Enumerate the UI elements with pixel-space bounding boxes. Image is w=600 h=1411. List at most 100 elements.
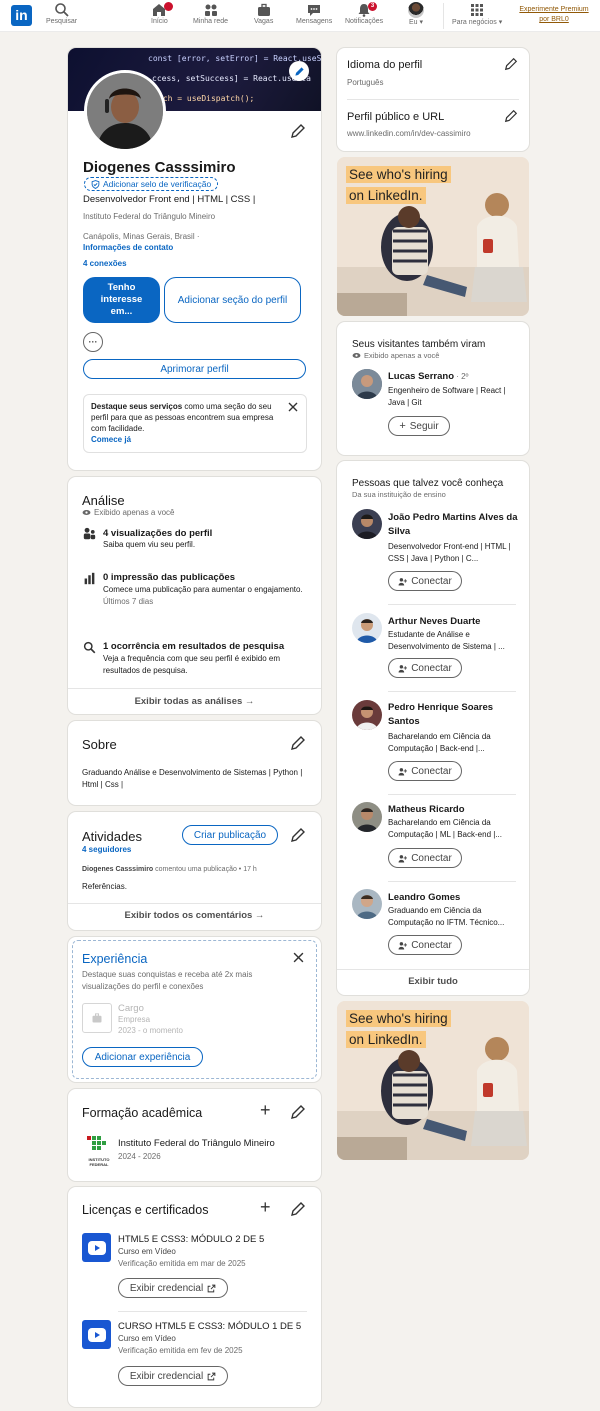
search-appearances-desc: Veja a frequência com que seu perfil é e… xyxy=(103,654,280,675)
connect-button[interactable]: Conectar xyxy=(388,761,462,781)
connect-button[interactable]: Conectar xyxy=(388,571,462,591)
analytics-item-impressions[interactable]: 0 impressão das publicações Comece uma p… xyxy=(103,572,303,608)
activity-comment[interactable]: Referências. xyxy=(82,882,127,891)
nav-jobs-label: Vagas xyxy=(254,18,274,25)
nav-search[interactable]: Pesquisar xyxy=(46,2,77,25)
add-person-icon xyxy=(398,854,408,862)
connect-button[interactable]: Conectar xyxy=(388,658,462,678)
open-to-button[interactable]: Tenho interesse em... xyxy=(83,277,160,323)
profile-photo-image xyxy=(87,73,163,149)
nav-messaging[interactable]: Mensagens xyxy=(296,2,332,25)
visitor-degree: · 2º xyxy=(454,372,469,381)
top-nav: in Pesquisar Início Minha rede Vagas Men… xyxy=(0,0,600,32)
analytics-item-views[interactable]: 4 visualizações do perfil Saiba quem viu… xyxy=(103,528,303,550)
nav-network[interactable]: Minha rede xyxy=(193,2,228,25)
analytics-item-search[interactable]: 1 ocorrência em resultados de pesquisa V… xyxy=(103,641,308,677)
visitors-card: Seus visitantes também viram Exibido ape… xyxy=(337,322,529,455)
create-post-button[interactable]: Criar publicação xyxy=(182,825,278,845)
edit-banner-button[interactable] xyxy=(289,61,309,81)
search-icon xyxy=(54,3,69,17)
edit-licenses-pencil-icon[interactable] xyxy=(290,1201,306,1217)
add-license-plus-icon[interactable]: + xyxy=(260,1198,271,1216)
nav-notifications[interactable]: Notificações xyxy=(345,2,383,25)
avatar-photo xyxy=(352,889,382,919)
services-start-link[interactable]: Comece já xyxy=(91,434,284,445)
activity-meta: Diogenes Casssimiro comentou uma publica… xyxy=(82,866,257,873)
edit-language-pencil-icon[interactable] xyxy=(504,57,518,71)
person-name[interactable]: João Pedro Martins Alves da Silva xyxy=(388,511,518,539)
enhance-profile-button[interactable]: Aprimorar perfil xyxy=(83,359,306,379)
nav-home-label: Início xyxy=(151,18,168,25)
edit-about-pencil-icon[interactable] xyxy=(290,735,306,751)
more-icon: ··· xyxy=(88,337,98,347)
more-actions-button[interactable]: ··· xyxy=(83,332,103,352)
profile-name: Diogenes Casssimiro xyxy=(83,159,236,176)
add-profile-section-button[interactable]: Adicionar seção do perfil xyxy=(164,277,301,323)
pymk-title: Pessoas que talvez você conheça xyxy=(352,478,504,489)
verification-badge-button[interactable]: Adicionar selo de verificação xyxy=(84,177,219,191)
language-value: Português xyxy=(347,78,384,87)
show-credential-label-1: Exibir credencial xyxy=(129,1282,204,1294)
person-avatar[interactable] xyxy=(352,700,382,730)
license-date-2: Verificação emitida em fev de 2025 xyxy=(118,1346,243,1355)
connect-button[interactable]: Conectar xyxy=(388,935,462,955)
person-avatar[interactable] xyxy=(352,613,382,643)
edit-public-url-pencil-icon[interactable] xyxy=(504,109,518,123)
nav-me[interactable]: Eu ▾ xyxy=(408,2,424,26)
nav-jobs[interactable]: Vagas xyxy=(254,2,273,25)
profile-headline: Desenvolvedor Front end | HTML | CSS | xyxy=(83,194,256,205)
close-icon[interactable] xyxy=(288,402,298,412)
visitors-title: Seus visitantes também viram xyxy=(352,339,486,350)
hiring-ad-2[interactable]: See who's hiring on LinkedIn. xyxy=(337,1001,529,1160)
visitor-name-line[interactable]: Lucas Serrano · 2º xyxy=(388,371,468,382)
connections-link[interactable]: 4 conexões xyxy=(83,259,127,268)
show-all-comments-link[interactable]: Exibir todos os comentários → xyxy=(68,910,321,921)
linkedin-logo-icon[interactable]: in xyxy=(11,5,32,26)
connect-button[interactable]: Conectar xyxy=(388,848,462,868)
ad-headline-line2: on LinkedIn. xyxy=(346,1031,426,1048)
edit-intro-pencil-icon[interactable] xyxy=(290,123,306,139)
pymk-divider xyxy=(388,794,516,795)
edit-activity-pencil-icon[interactable] xyxy=(290,827,306,843)
visitor-avatar[interactable] xyxy=(352,369,382,399)
person-name[interactable]: Arthur Neves Duarte xyxy=(388,615,518,629)
impressions-title: 0 impressão das publicações xyxy=(103,572,236,583)
follow-button[interactable]: + Seguir xyxy=(388,416,450,436)
about-title: Sobre xyxy=(82,737,117,752)
profile-photo[interactable] xyxy=(84,70,166,152)
services-promo: Destaque seus serviços como uma seção do… xyxy=(83,394,307,453)
about-text: Graduando Análise e Desenvolvimento de S… xyxy=(82,768,303,789)
person-avatar[interactable] xyxy=(352,509,382,539)
profile-card: const [error, setError] = React.useState… xyxy=(68,48,321,470)
close-icon[interactable] xyxy=(293,952,304,963)
plus-icon: + xyxy=(399,420,406,432)
show-credential-button-2[interactable]: Exibir credencial xyxy=(118,1366,228,1386)
add-education-plus-icon[interactable]: + xyxy=(260,1101,271,1119)
license-issuer-1: Curso em Vídeo xyxy=(118,1247,176,1256)
briefcase-icon xyxy=(257,3,270,16)
contact-info-link[interactable]: Informações de contato xyxy=(83,243,173,252)
person-name[interactable]: Leandro Gomes xyxy=(388,891,518,905)
nav-network-label: Minha rede xyxy=(193,18,229,25)
school-name[interactable]: Instituto Federal do Triângulo Mineiro xyxy=(118,1138,275,1149)
show-all-analytics-link[interactable]: Exibir todas as análises → xyxy=(68,696,321,707)
show-credential-button-1[interactable]: Exibir credencial xyxy=(118,1278,228,1298)
add-experience-button[interactable]: Adicionar experiência xyxy=(82,1047,203,1067)
open-to-label: Tenho interesse em... xyxy=(100,282,143,317)
person-avatar[interactable] xyxy=(352,889,382,919)
license-name-2: CURSO HTML5 E CSS3: MÓDULO 1 DE 5 xyxy=(118,1321,302,1332)
licenses-title: Licenças e certificados xyxy=(82,1203,209,1217)
premium-link[interactable]: Experimente Premium por BRL0 xyxy=(513,5,595,25)
person-name[interactable]: Pedro Henrique Soares Santos xyxy=(388,701,518,729)
edit-education-pencil-icon[interactable] xyxy=(290,1104,306,1120)
hiring-ad-1[interactable]: See who's hiring on LinkedIn. xyxy=(337,157,529,316)
nav-business[interactable]: Para negócios ▾ xyxy=(452,2,502,26)
person-avatar[interactable] xyxy=(352,802,382,832)
person-name[interactable]: Matheus Ricardo xyxy=(388,803,518,817)
analytics-card: Análise Exibido apenas a você 4 visualiz… xyxy=(68,477,321,714)
experience-role: Cargo xyxy=(118,1003,144,1014)
show-all-people-link[interactable]: Exibir tudo xyxy=(337,976,529,987)
show-credential-label-2: Exibir credencial xyxy=(129,1370,204,1382)
add-person-icon xyxy=(398,767,408,775)
followers-count[interactable]: 4 seguidores xyxy=(82,845,131,854)
